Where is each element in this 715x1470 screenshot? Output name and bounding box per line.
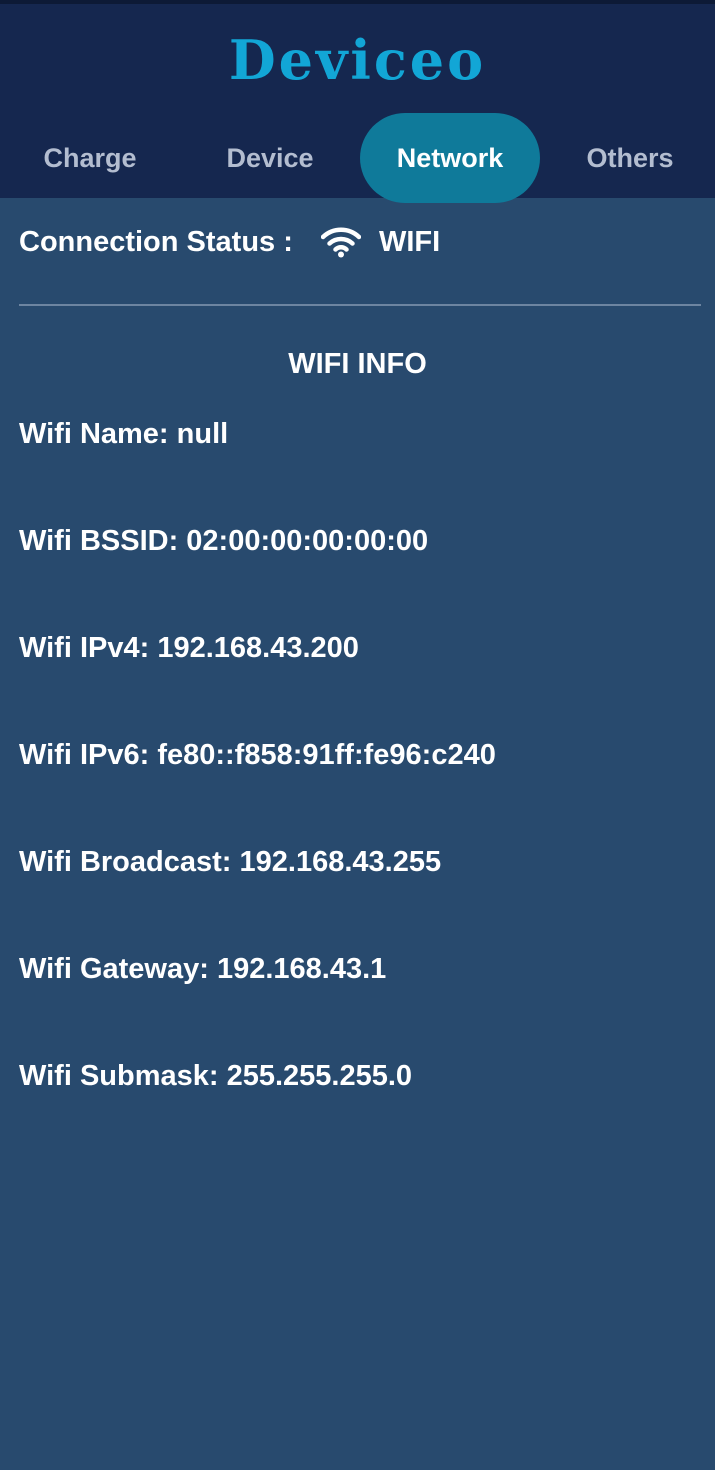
- wifi-gateway-row: Wifi Gateway: 192.168.43.1: [19, 949, 496, 1056]
- info-value: 192.168.43.200: [157, 632, 359, 664]
- tab-device[interactable]: Device: [180, 113, 360, 203]
- connection-status-label: Connection Status :: [19, 225, 301, 258]
- tab-network[interactable]: Network: [360, 113, 540, 203]
- wifi-ipv4-row: Wifi IPv4: 192.168.43.200: [19, 628, 496, 735]
- info-value: null: [176, 418, 229, 450]
- wifi-icon: [320, 226, 362, 258]
- wifi-bssid-row: Wifi BSSID: 02:00:00:00:00:00: [19, 521, 496, 628]
- connection-status: Connection Status : WIFI: [19, 220, 440, 264]
- info-label: Wifi BSSID:: [19, 525, 187, 557]
- info-value: 02:00:00:00:00:00: [186, 525, 429, 557]
- wifi-submask-row: Wifi Submask: 255.255.255.0: [19, 1056, 496, 1163]
- wifi-ipv6-row: Wifi IPv6: fe80::f858:91ff:fe96:c240: [19, 735, 496, 842]
- tab-others[interactable]: Others: [540, 113, 715, 203]
- tab-charge[interactable]: Charge: [0, 113, 180, 203]
- app-header: Deviceo Charge Device Network Others: [0, 0, 715, 203]
- info-label: Wifi IPv4:: [19, 632, 158, 664]
- tab-bar: Charge Device Network Others: [0, 110, 715, 203]
- info-value: 255.255.255.0: [226, 1060, 413, 1092]
- info-value: 192.168.43.255: [239, 846, 442, 878]
- info-value: 192.168.43.1: [216, 953, 387, 985]
- info-label: Wifi Submask:: [19, 1060, 227, 1092]
- wifi-info-list: Wifi Name: null Wifi BSSID: 02:00:00:00:…: [19, 414, 496, 1163]
- info-label: Wifi Gateway:: [19, 953, 217, 985]
- wifi-info-title: WIFI INFO: [288, 348, 427, 380]
- info-label: Wifi Broadcast:: [19, 846, 240, 878]
- app-title: Deviceo: [228, 28, 487, 92]
- wifi-name-row: Wifi Name: null: [19, 414, 496, 521]
- connection-status-value: WIFI: [378, 225, 441, 258]
- info-label: Wifi IPv6:: [19, 739, 158, 771]
- divider: [19, 304, 701, 306]
- info-value: fe80::f858:91ff:fe96:c240: [157, 739, 496, 771]
- info-label: Wifi Name:: [19, 418, 177, 450]
- wifi-broadcast-row: Wifi Broadcast: 192.168.43.255: [19, 842, 496, 949]
